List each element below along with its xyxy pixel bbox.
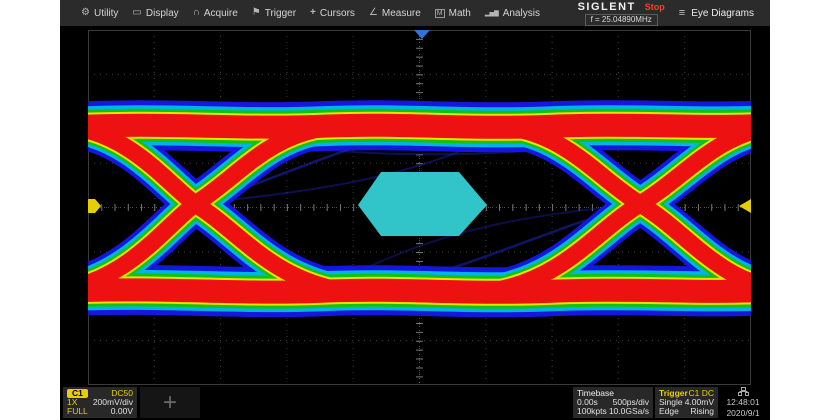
status-bar: C1 DC50 1X 200mV/div FULL 0.00V + Timeba… bbox=[60, 385, 770, 420]
menu-item-analysis[interactable]: Analysis bbox=[478, 0, 547, 26]
screenshot-canvas: Utility Display Acquire Trigger Cursors Measu… bbox=[0, 0, 840, 420]
datetime-box: 12:48:01 2020/9/1 bbox=[720, 387, 766, 418]
menu-item-cursors[interactable]: Cursors bbox=[303, 0, 362, 26]
mask-hexagon bbox=[358, 172, 487, 236]
add-channel-crosshair-icon: + bbox=[163, 391, 177, 415]
trigger-slope: Rising bbox=[690, 407, 714, 416]
menu-item-measure[interactable]: Measure bbox=[362, 0, 428, 26]
add-channel-box[interactable]: + bbox=[140, 387, 200, 418]
gear-icon bbox=[81, 8, 90, 18]
list-icon bbox=[679, 7, 685, 19]
channel1-bandwidth: FULL bbox=[67, 407, 88, 416]
acquisition-status[interactable]: Stop bbox=[645, 2, 665, 12]
menu-item-utility[interactable]: Utility bbox=[74, 0, 125, 26]
menu-item-label: Math bbox=[449, 8, 471, 19]
menu-item-label: Trigger bbox=[265, 8, 296, 19]
active-app-label[interactable]: Eye Diagrams bbox=[665, 7, 770, 19]
channel-offset-marker[interactable] bbox=[88, 199, 101, 213]
menu-item-label: Utility bbox=[94, 8, 118, 19]
math-icon bbox=[435, 8, 445, 18]
clock-time: 12:48:01 bbox=[726, 398, 759, 407]
waveform-screen bbox=[60, 26, 770, 385]
trigger-type: Edge bbox=[659, 407, 679, 416]
cursors-icon bbox=[310, 8, 316, 18]
menu-item-trigger[interactable]: Trigger bbox=[245, 0, 303, 26]
trigger-info-box[interactable]: Trigger C1 DC Single 4.00mV Edge Rising bbox=[655, 387, 718, 418]
menu-item-display[interactable]: Display bbox=[125, 0, 185, 26]
menu-item-acquire[interactable]: Acquire bbox=[186, 0, 245, 26]
analysis-icon bbox=[485, 8, 499, 19]
trigger-level-marker[interactable] bbox=[739, 199, 751, 213]
clock-date: 2020/9/1 bbox=[726, 409, 759, 418]
trigger-position-marker[interactable] bbox=[414, 30, 430, 39]
menu-item-label: Acquire bbox=[204, 8, 238, 19]
menu-item-list: Utility Display Acquire Trigger Cursors Measu… bbox=[60, 0, 547, 26]
measure-icon bbox=[369, 8, 378, 18]
timebase-samplerate: 10.0GSa/s bbox=[609, 407, 649, 416]
trigger-flag-icon bbox=[252, 8, 261, 18]
menu-item-math[interactable]: Math bbox=[428, 0, 478, 26]
menu-item-label: Measure bbox=[382, 8, 421, 19]
trigger-frequency-readout: f = 25.04890MHz bbox=[585, 14, 658, 26]
timebase-memdepth: 100kpts bbox=[577, 407, 607, 416]
channel1-info-box[interactable]: C1 DC50 1X 200mV/div FULL 0.00V bbox=[63, 387, 137, 418]
display-icon bbox=[132, 8, 141, 18]
menu-item-label: Display bbox=[146, 8, 179, 19]
brand-logo: SIGLENT bbox=[578, 1, 636, 13]
acquire-icon bbox=[193, 8, 200, 18]
menu-item-label: Analysis bbox=[503, 8, 540, 19]
menu-item-label: Cursors bbox=[320, 8, 355, 19]
lan-icon bbox=[738, 387, 749, 396]
oscilloscope-ui: Utility Display Acquire Trigger Cursors Measu… bbox=[60, 0, 770, 420]
menu-bar: Utility Display Acquire Trigger Cursors Measu… bbox=[60, 0, 770, 26]
brand-status-block: SIGLENT Stop f = 25.04890MHz bbox=[578, 1, 665, 26]
timebase-info-box[interactable]: Timebase 0.00s 500ps/div 100kpts 10.0GSa… bbox=[573, 387, 653, 418]
eye-diagram-plot[interactable] bbox=[88, 30, 751, 385]
brand-row: SIGLENT Stop bbox=[578, 1, 665, 13]
channel1-offset: 0.00V bbox=[111, 407, 133, 416]
mode-label: Eye Diagrams bbox=[691, 8, 754, 19]
